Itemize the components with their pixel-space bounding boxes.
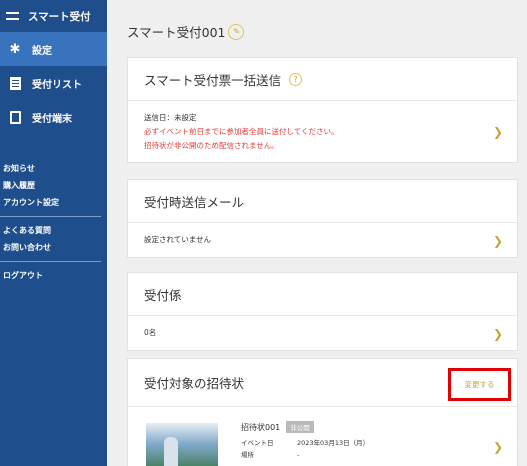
invitation-card: 受付対象の招待状 変更する 招待状001 非公開 イベント日 2023年03月13… <box>127 358 518 466</box>
invitation-thumbnail <box>146 423 218 466</box>
invitation-name-text: 招待状001 <box>241 422 281 432</box>
place-value: - <box>297 451 300 459</box>
sidebar-item-label: 受付リスト <box>32 79 82 91</box>
invitation-list-item[interactable]: 招待状001 非公開 イベント日 2023年03月13日（月） 場所 - ❯ <box>128 407 517 466</box>
chevron-right-icon[interactable]: ❯ <box>493 440 503 454</box>
link-news[interactable]: お知らせ <box>0 160 107 177</box>
sidebar-links: お知らせ 購入履歴 アカウント設定 よくある質問 お問い合わせ ログアウト <box>0 160 107 284</box>
sidebar-brand[interactable]: スマート受付 <box>0 0 107 32</box>
staff-card[interactable]: 受付係 0名 ❯ <box>127 272 518 351</box>
brand-label: スマート受付 <box>28 10 91 23</box>
list-icon <box>8 76 22 90</box>
menu-toggle-icon[interactable] <box>6 10 20 22</box>
link-logout[interactable]: ログアウト <box>0 267 107 284</box>
staff-count-text: 0名 <box>144 328 157 337</box>
page-title: スマート受付001 ✎ <box>127 22 245 41</box>
chevron-right-icon[interactable]: ❯ <box>493 234 503 248</box>
sidebar-item-settings[interactable]: ✱ 設定 <box>0 32 107 66</box>
gear-icon: ✱ <box>9 41 21 57</box>
chevron-right-icon[interactable]: ❯ <box>493 125 503 139</box>
card-body: 設定されていません ❯ <box>128 223 517 258</box>
sidebar-item-label: 受付端末 <box>32 113 72 125</box>
event-date-value: 2023年03月13日（月） <box>297 439 370 447</box>
place-label: 場所 <box>241 451 254 459</box>
card-body: 送信日：未設定 必ずイベント前日までに参加者全員に送付してください。 招待状が非… <box>128 101 517 163</box>
link-faq[interactable]: よくある質問 <box>0 222 107 239</box>
terminal-icon <box>8 110 22 124</box>
chevron-right-icon[interactable]: ❯ <box>493 327 503 341</box>
change-button-label: 変更する <box>464 380 495 389</box>
sidebar-item-reception-list[interactable]: 受付リスト <box>0 66 107 100</box>
page-title-text: スマート受付001 <box>127 25 226 40</box>
event-date-label: イベント日 <box>241 439 274 447</box>
divider <box>0 261 101 262</box>
mail-status-text: 設定されていません <box>144 235 212 244</box>
divider <box>0 216 101 217</box>
change-button[interactable]: 変更する <box>448 368 511 401</box>
link-contact[interactable]: お問い合わせ <box>0 239 107 256</box>
sidebar-item-label: 設定 <box>32 45 52 57</box>
card-header: 受付係 <box>128 273 517 316</box>
card-header: 受付時送信メール <box>128 180 517 223</box>
card-title: 受付対象の招待状 <box>144 376 245 391</box>
sidebar-item-reception-terminal[interactable]: 受付端末 <box>0 100 107 134</box>
mail-card[interactable]: 受付時送信メール 設定されていません ❯ <box>127 179 518 258</box>
edit-pencil-icon[interactable]: ✎ <box>228 23 245 40</box>
warning-text: 必ずイベント前日までに参加者全員に送付してください。 <box>144 127 339 136</box>
invitation-name: 招待状001 非公開 <box>241 421 314 433</box>
invitation-meta: イベント日 2023年03月13日（月） 場所 - <box>241 437 369 461</box>
send-date-text: 送信日：未設定 <box>144 113 197 122</box>
link-purchase-history[interactable]: 購入履歴 <box>0 177 107 194</box>
main-content: スマート受付001 ✎ スマート受付票一括送信 ? 送信日：未設定 必ずイベント… <box>107 0 527 466</box>
warning-text: 招待状が非公開のため配信されません。 <box>144 141 279 150</box>
card-title: 受付時送信メール <box>144 194 245 210</box>
card-title: 受付係 <box>144 287 182 303</box>
help-icon[interactable]: ? <box>289 72 303 86</box>
sidebar: スマート受付 ✱ 設定 受付リスト 受付端末 お知らせ 購入履歴 アカウント設定… <box>0 0 107 466</box>
link-account-settings[interactable]: アカウント設定 <box>0 194 107 211</box>
card-title: スマート受付票一括送信 <box>144 72 282 88</box>
bulk-send-card[interactable]: スマート受付票一括送信 ? 送信日：未設定 必ずイベント前日までに参加者全員に送… <box>127 57 518 163</box>
status-badge: 非公開 <box>286 421 314 433</box>
card-body: 0名 ❯ <box>128 316 517 351</box>
card-header: スマート受付票一括送信 ? <box>128 58 517 101</box>
